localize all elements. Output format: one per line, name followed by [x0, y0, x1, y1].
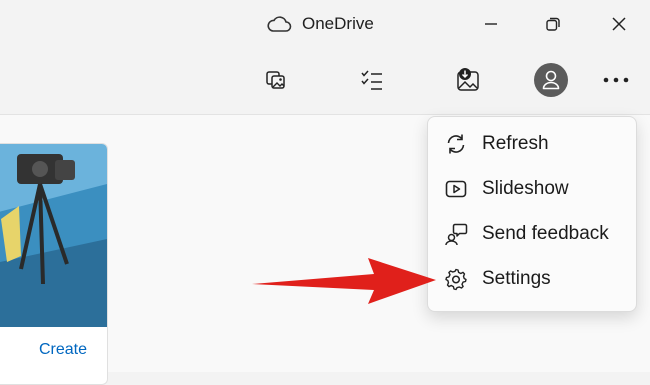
account-button[interactable] [533, 62, 569, 98]
app-title: OneDrive [266, 12, 374, 36]
save-image-button[interactable] [450, 62, 486, 98]
import-photos-button[interactable] [258, 62, 294, 98]
more-options-button[interactable] [598, 62, 634, 98]
menu-item-send-feedback[interactable]: Send feedback [432, 213, 632, 255]
menu-item-label: Send feedback [482, 223, 609, 244]
title-bar: OneDrive [0, 0, 650, 48]
save-image-icon [457, 68, 479, 91]
refresh-icon [447, 134, 465, 154]
close-button[interactable] [604, 10, 634, 38]
import-photos-icon [266, 71, 285, 89]
gear-icon [445, 268, 467, 291]
more-options-menu: Refresh Slideshow Send feedback Settings [427, 116, 637, 312]
restore-button[interactable] [538, 10, 568, 38]
annotation-arrow [252, 258, 436, 304]
feedback-icon [445, 223, 468, 246]
menu-item-settings[interactable]: Settings [432, 258, 632, 300]
account-avatar [534, 63, 568, 97]
toolbar [0, 48, 650, 115]
menu-item-label: Slideshow [482, 178, 569, 199]
cloud-icon [267, 16, 292, 32]
minimize-icon [485, 23, 497, 25]
menu-item-label: Settings [482, 268, 551, 289]
create-link[interactable]: Create [39, 341, 87, 359]
menu-item-label: Refresh [482, 133, 549, 154]
select-icon [361, 70, 382, 90]
more-options-icon [603, 77, 629, 83]
create-card[interactable]: Create [0, 143, 108, 385]
select-button[interactable] [354, 62, 390, 98]
slideshow-icon [445, 180, 467, 198]
menu-item-refresh[interactable]: Refresh [432, 123, 632, 165]
menu-item-slideshow[interactable]: Slideshow [432, 168, 632, 210]
camera-tripod-illustration [0, 144, 107, 327]
close-icon [612, 17, 626, 31]
app-title-text: OneDrive [302, 14, 374, 33]
minimize-button[interactable] [476, 10, 506, 38]
restore-icon [546, 17, 560, 31]
